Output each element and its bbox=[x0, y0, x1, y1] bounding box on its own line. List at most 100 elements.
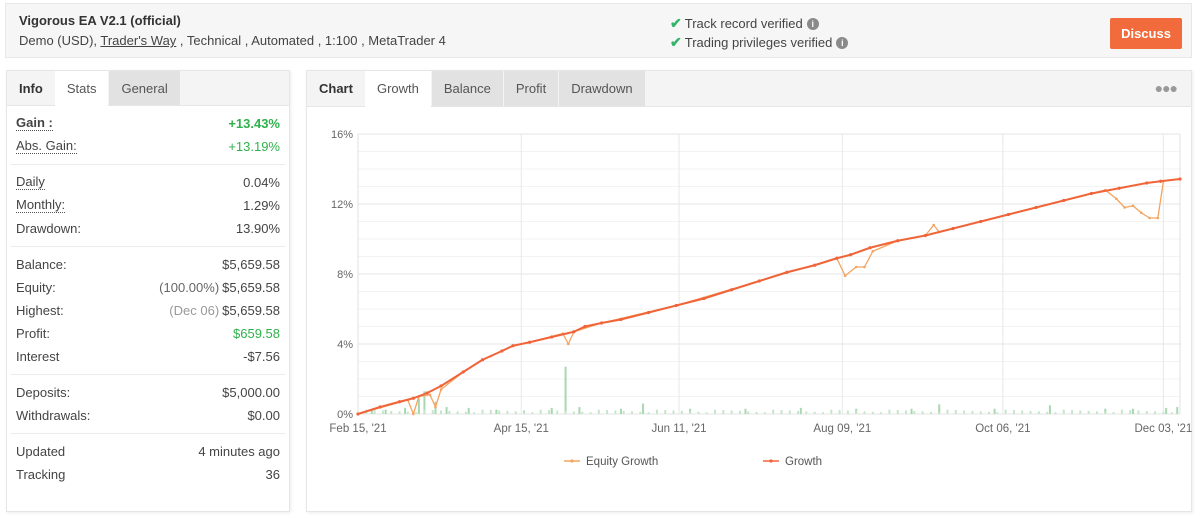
activity-bar bbox=[1145, 410, 1148, 414]
activity-bar bbox=[589, 412, 592, 414]
data-point bbox=[757, 279, 761, 283]
activity-bar bbox=[614, 410, 617, 414]
activity-bar bbox=[788, 410, 791, 414]
more-dots-icon[interactable]: ●●● bbox=[1155, 80, 1178, 96]
activity-bar bbox=[506, 410, 509, 414]
stat-note: (100.00%) bbox=[159, 280, 220, 295]
activity-bar bbox=[672, 410, 675, 414]
activity-bar bbox=[1029, 410, 1032, 414]
system-details: , Technical , Automated , 1:100 , MetaTr… bbox=[176, 33, 446, 48]
data-point bbox=[356, 412, 360, 416]
activity-bar bbox=[863, 411, 866, 414]
stat-label[interactable]: Monthly: bbox=[16, 198, 66, 213]
activity-bar bbox=[1170, 412, 1173, 414]
stat-label: Equity: bbox=[16, 280, 56, 295]
activity-bar bbox=[531, 412, 534, 414]
activity-bar bbox=[993, 408, 996, 414]
tab-profit[interactable]: Profit bbox=[503, 71, 559, 106]
stat-label: Balance: bbox=[16, 257, 67, 272]
activity-bar bbox=[384, 409, 387, 414]
stat-value: -$7.56 bbox=[243, 349, 280, 364]
stat-label: Highest: bbox=[16, 303, 64, 318]
stat-row-drawdown: Drawdown: 13.90% bbox=[11, 217, 285, 240]
stat-row-updated: Updated 4 minutes ago bbox=[11, 440, 285, 463]
stat-row-deposits: Deposits: $5,000.00 bbox=[11, 381, 285, 404]
tab-general[interactable]: General bbox=[109, 71, 180, 105]
info-icon[interactable]: i bbox=[836, 36, 849, 49]
activity-bar bbox=[564, 410, 567, 414]
tab-stats[interactable]: Stats bbox=[54, 71, 109, 107]
activity-bar bbox=[830, 409, 833, 414]
trading-privileges-verified: ✔ Trading privileges verified i bbox=[670, 34, 849, 51]
stat-value: 13.90% bbox=[235, 221, 280, 236]
activity-bar bbox=[581, 411, 584, 414]
y-tick-label: 16% bbox=[331, 129, 353, 141]
activity-bar bbox=[744, 408, 747, 414]
verification-label: Track record verified bbox=[684, 16, 803, 31]
activity-bar bbox=[755, 411, 758, 414]
activity-bar bbox=[1137, 410, 1140, 414]
data-point bbox=[583, 324, 587, 329]
activity-bar bbox=[445, 407, 448, 414]
activity-bar bbox=[398, 411, 401, 414]
stat-label[interactable]: Daily bbox=[16, 175, 45, 190]
legend-label[interactable]: Growth bbox=[785, 456, 822, 468]
data-point bbox=[1159, 179, 1163, 183]
data-point bbox=[599, 321, 604, 325]
stat-label[interactable]: Abs. Gain: bbox=[16, 139, 77, 154]
stat-label[interactable]: Gain : bbox=[16, 116, 53, 131]
data-point bbox=[835, 256, 839, 260]
tab-drawdown[interactable]: Drawdown bbox=[559, 71, 645, 106]
activity-bar bbox=[655, 409, 658, 414]
data-point bbox=[550, 335, 554, 339]
activity-bar bbox=[1104, 411, 1107, 414]
data-point bbox=[923, 233, 927, 238]
activity-bar bbox=[1120, 409, 1123, 414]
activity-bar bbox=[805, 411, 808, 414]
stat-value-wrap: (Dec 06) $5,659.58 bbox=[169, 303, 280, 318]
activity-bar bbox=[448, 410, 451, 414]
activity-bar bbox=[631, 411, 633, 414]
activity-bar bbox=[489, 410, 492, 414]
data-point bbox=[428, 393, 432, 397]
tab-info[interactable]: Info bbox=[7, 71, 55, 105]
data-point bbox=[480, 358, 485, 362]
x-axis-ticks: Feb 15, '21 Apr 15, '21 Jun 11, '21 Aug 09,… bbox=[329, 423, 1192, 435]
activity-bar bbox=[514, 411, 517, 414]
tab-chart[interactable]: Chart bbox=[307, 71, 365, 106]
activity-bar bbox=[1037, 411, 1040, 414]
data-point bbox=[674, 303, 678, 308]
activity-bar bbox=[1062, 409, 1065, 414]
data-point bbox=[439, 388, 443, 391]
activity-bar bbox=[1165, 407, 1168, 414]
system-subtitle: Demo (USD), Trader's Way , Technical , A… bbox=[19, 33, 446, 48]
data-point bbox=[572, 330, 576, 334]
info-icon[interactable]: i bbox=[806, 17, 819, 30]
discuss-button[interactable]: Discuss bbox=[1110, 18, 1182, 49]
data-point bbox=[863, 265, 866, 269]
stat-row-interest: Interest -$7.56 bbox=[11, 345, 285, 368]
tab-growth[interactable]: Growth bbox=[364, 71, 431, 107]
stat-label: Interest bbox=[16, 349, 60, 364]
stat-note: (Dec 06) bbox=[169, 303, 220, 318]
verification-label: Trading privileges verified bbox=[684, 35, 833, 50]
activity-bar bbox=[431, 410, 434, 414]
data-point bbox=[1156, 216, 1160, 220]
activity-bar bbox=[954, 410, 957, 414]
data-point bbox=[500, 349, 504, 353]
broker-link[interactable]: Trader's Way bbox=[100, 33, 176, 48]
activity-bar bbox=[722, 410, 725, 414]
activity-bar bbox=[1087, 410, 1090, 414]
activity-bar bbox=[979, 411, 982, 414]
data-point bbox=[979, 219, 983, 224]
legend-label[interactable]: Equity Growth bbox=[586, 456, 658, 468]
stat-label: Drawdown: bbox=[16, 221, 82, 236]
activity-bar bbox=[1131, 408, 1134, 414]
stat-value: 0.04% bbox=[243, 175, 280, 190]
activity-bar bbox=[1004, 409, 1007, 414]
activity-bar bbox=[971, 410, 974, 414]
chart-tabs: Chart Growth Balance Profit Drawdown bbox=[307, 71, 1191, 107]
data-point bbox=[647, 310, 651, 315]
data-point bbox=[1115, 197, 1118, 201]
tab-balance[interactable]: Balance bbox=[431, 71, 503, 106]
